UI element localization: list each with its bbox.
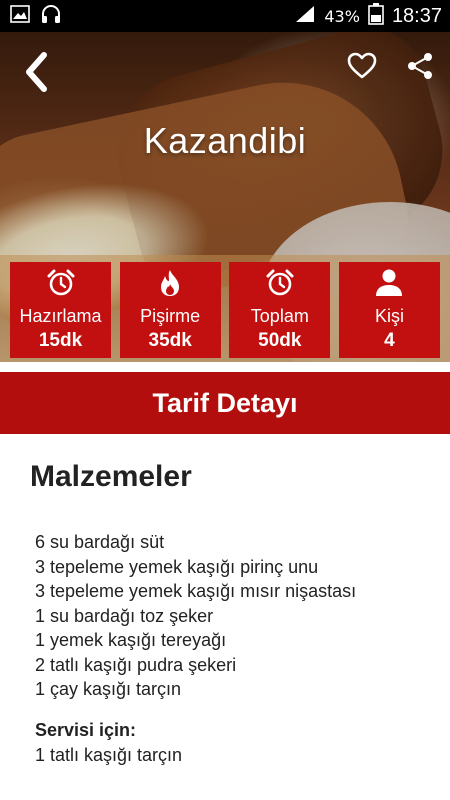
ingredient-item: 6 su bardağı süt (35, 532, 165, 552)
info-label: Hazırlama (19, 306, 102, 326)
back-button[interactable] (18, 50, 54, 94)
ingredient-item: 2 tatlı kaşığı pudra şekeri (35, 654, 237, 675)
heart-icon (347, 52, 377, 79)
share-button[interactable] (404, 50, 436, 82)
gallery-icon (10, 5, 30, 27)
info-label: Pişirme (140, 306, 201, 326)
alarm-clock-icon (46, 268, 76, 298)
serving-list: 1 tatlı kaşığı tarçın (35, 743, 182, 768)
section-header: Tarif Detayı (0, 372, 450, 434)
alarm-clock-icon (265, 268, 295, 298)
info-cook-time: Pişirme 35dk (119, 262, 221, 358)
chevron-left-icon (26, 52, 47, 92)
info-total-time: Toplam 50dk (229, 262, 331, 358)
recipe-info-row: Hazırlama 15dk Pişirme 35dk Toplam 50dk … (10, 262, 440, 358)
info-value: 15dk (38, 330, 83, 351)
share-icon (408, 53, 432, 79)
ingredient-item: 1 su bardağı toz şeker (35, 605, 214, 626)
info-value: 50dk (258, 330, 302, 351)
info-label: Toplam (250, 306, 309, 326)
info-value: 35dk (148, 330, 192, 351)
status-bar: 43% 18:37 (0, 0, 450, 32)
battery-percent: 43% (324, 6, 360, 26)
person-icon (374, 268, 404, 298)
recipe-details: Malzemeler 6 su bardağı süt 3 tepeleme y… (0, 434, 450, 800)
info-label: Kişi (374, 306, 404, 326)
flame-icon (155, 268, 185, 298)
favorite-button[interactable] (346, 50, 378, 82)
ingredients-list: 6 su bardağı süt 3 tepeleme yemek kaşığı… (35, 530, 356, 702)
ingredients-title: Malzemeler (30, 460, 192, 493)
ingredient-item: 3 tepeleme yemek kaşığı mısır nişastası (35, 581, 357, 601)
ingredient-item: 3 tepeleme yemek kaşığı pirinç unu (35, 556, 319, 577)
serving-item: 1 tatlı kaşığı tarçın (35, 745, 183, 765)
clock: 18:37 (391, 4, 442, 27)
signal-icon (294, 5, 316, 27)
ingredient-item: 1 yemek kaşığı tereyağı (35, 630, 227, 650)
info-servings: Kişi 4 (338, 262, 440, 358)
headphones-icon (40, 4, 62, 28)
ingredient-item: 1 çay kaşığı tarçın (35, 679, 182, 699)
info-value: 4 (384, 330, 395, 351)
serving-title: Servisi için: (35, 720, 137, 740)
recipe-title: Kazandibi (143, 120, 307, 161)
info-prep-time: Hazırlama 15dk (10, 262, 111, 358)
battery-icon (368, 3, 384, 29)
